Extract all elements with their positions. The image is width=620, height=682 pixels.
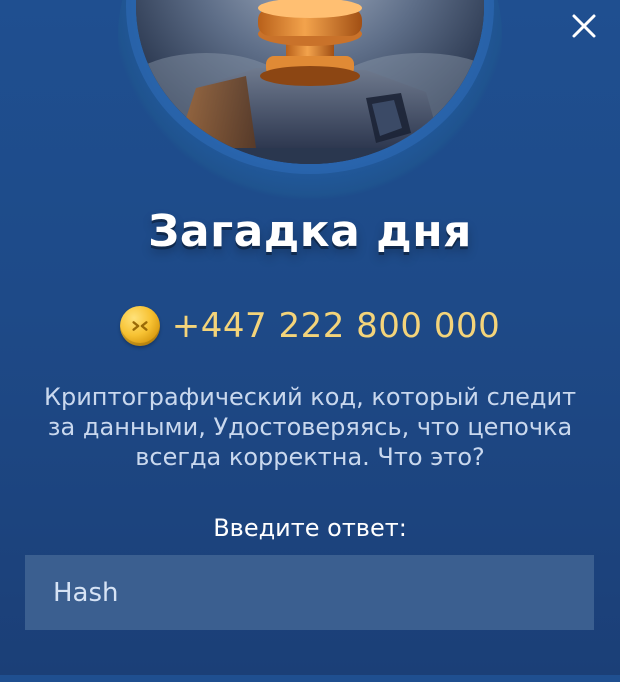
close-icon <box>572 14 596 38</box>
close-button[interactable] <box>568 10 600 42</box>
hero-illustration <box>136 0 484 164</box>
answer-input[interactable] <box>25 555 594 630</box>
coin-icon <box>119 306 160 346</box>
reward-row: +447 222 800 000 <box>0 306 620 346</box>
riddle-question: Криптографический код, который следит за… <box>43 383 577 471</box>
modal-title: Загадка дня <box>148 206 472 257</box>
bottom-hint-text <box>0 662 620 682</box>
answer-label: Введите ответ: <box>213 514 407 542</box>
reward-amount: +447 222 800 000 <box>171 306 501 346</box>
coin-symbol-icon <box>132 321 148 331</box>
stone-button-illustration <box>136 0 484 164</box>
